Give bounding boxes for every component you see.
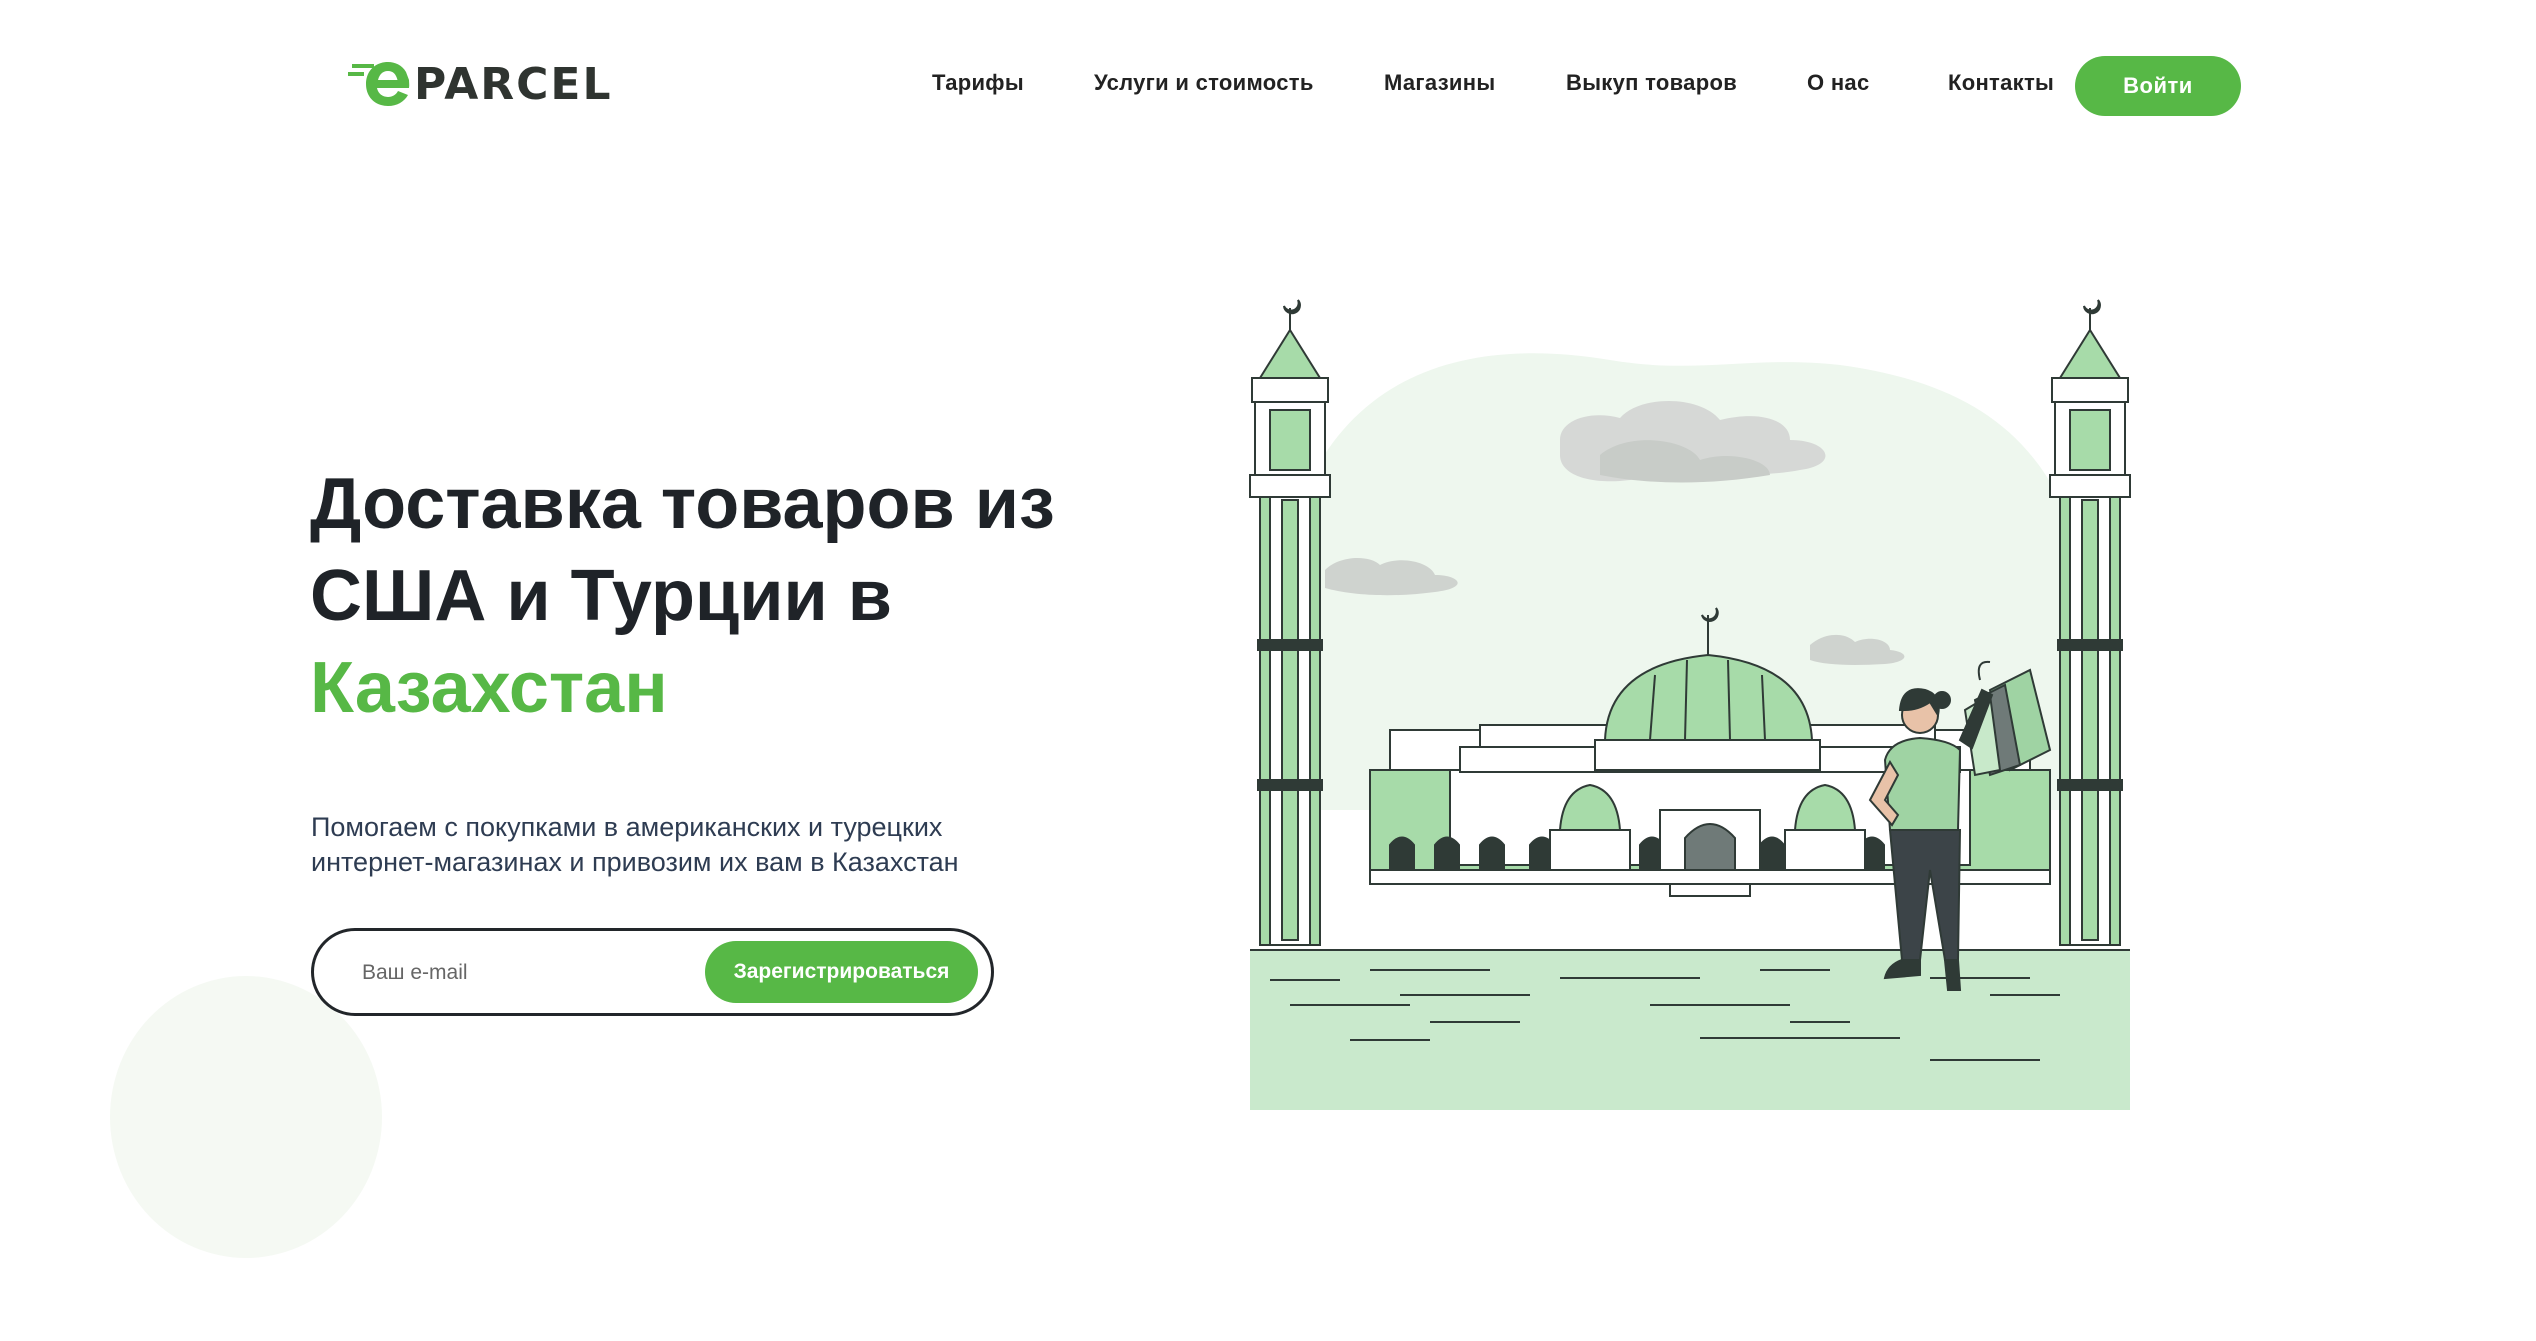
hero-title-line1: Доставка товаров из: [310, 464, 1055, 544]
decorative-blob: [110, 976, 382, 1258]
nav-item-contacts[interactable]: Контакты: [1948, 70, 2054, 96]
nav-item-about[interactable]: О нас: [1807, 70, 1869, 96]
login-button[interactable]: Войти: [2075, 56, 2241, 116]
nav-item-buyout[interactable]: Выкуп товаров: [1566, 70, 1737, 96]
hero-title: Доставка товаров из США и Турции в Казах…: [310, 458, 1210, 734]
site-header: PARCEL Тарифы Услуги и стоимость Магазин…: [0, 0, 2536, 180]
nav-item-services[interactable]: Услуги и стоимость: [1094, 70, 1314, 96]
hero-title-accent: Казахстан: [310, 648, 668, 728]
signup-form: Зарегистрироваться: [311, 928, 994, 1016]
hero-title-line2: США и Турции в: [310, 556, 892, 636]
hero-subtitle: Помогаем с покупками в американских и ту…: [311, 812, 959, 877]
nav-item-stores[interactable]: Магазины: [1384, 70, 1495, 96]
email-input[interactable]: [360, 955, 694, 991]
signup-button[interactable]: Зарегистрироваться: [705, 941, 978, 1003]
nav-item-tariffs[interactable]: Тарифы: [932, 70, 1024, 96]
mosque-shopping-woman-illustration: [1249, 299, 2131, 1110]
